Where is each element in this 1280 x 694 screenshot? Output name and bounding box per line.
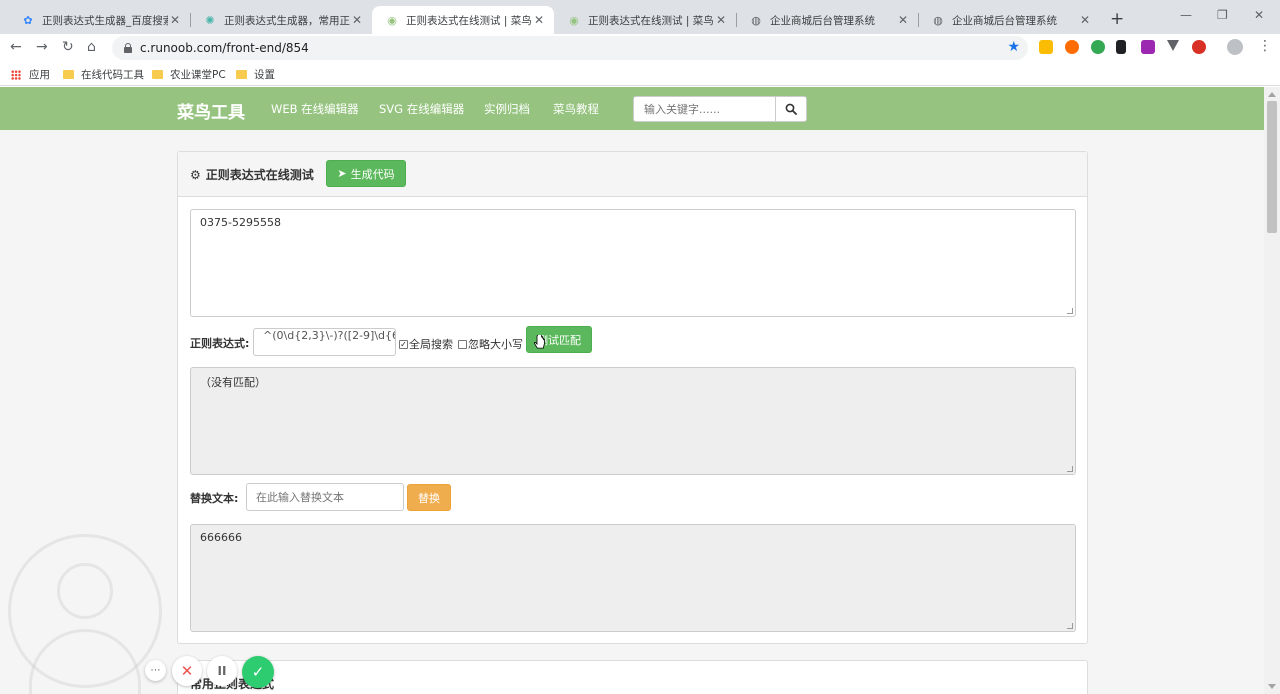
- gear-favicon: ✺: [205, 13, 215, 27]
- tab-strip: ✿ 正则表达式生成器_百度搜索 ✕ ✺ 正则表达式生成器，常用正则表 ✕ ◉ 正…: [0, 0, 1280, 34]
- minimize-window-icon[interactable]: —: [1180, 8, 1192, 22]
- common-regex-panel: 常用正则表达式: [177, 660, 1088, 694]
- nav-examples[interactable]: 实例归档: [484, 101, 530, 117]
- scroll-down-arrow-icon[interactable]: [1268, 684, 1276, 689]
- panel-title: ⚙ 正则表达式在线测试: [190, 167, 314, 183]
- tab-baidu-search[interactable]: ✿ 正则表达式生成器_百度搜索 ✕: [8, 6, 190, 34]
- new-tab-button[interactable]: +: [1110, 9, 1124, 29]
- site-brand[interactable]: 菜鸟工具: [177, 98, 245, 123]
- bookmark-apps[interactable]: 应用: [11, 67, 50, 82]
- close-window-icon[interactable]: ✕: [1254, 8, 1264, 22]
- avatar-body-outline: [29, 629, 141, 694]
- folder-icon: [152, 70, 163, 79]
- bookmark-agri-class[interactable]: 农业课堂PC: [152, 67, 226, 82]
- regex-label: 正则表达式:: [190, 337, 250, 350]
- regex-test-panel: ⚙ 正则表达式在线测试 ➤ 生成代码 0375-5295558 正则表达式: ^…: [177, 151, 1088, 644]
- url-text: c.runoob.com/front-end/854: [140, 41, 309, 55]
- site-search-input[interactable]: [633, 96, 775, 122]
- page-scrollbar[interactable]: [1264, 87, 1280, 694]
- replace-button[interactable]: 替换: [407, 484, 451, 511]
- match-result-area[interactable]: （没有匹配）: [190, 367, 1076, 475]
- checkbox-checked[interactable]: ✓: [399, 339, 408, 349]
- replace-text-input[interactable]: [246, 483, 404, 511]
- browser-menu-icon[interactable]: ⋮: [1258, 38, 1272, 54]
- bookmarks-bar: 应用 在线代码工具 农业课堂PC 设置: [0, 62, 1280, 86]
- extension-icon-5[interactable]: [1141, 40, 1155, 54]
- reload-icon[interactable]: ↻: [62, 39, 74, 55]
- extension-icon-3[interactable]: [1091, 40, 1105, 54]
- gears-icon: ⚙: [190, 167, 201, 182]
- scrollbar-thumb[interactable]: [1267, 101, 1277, 233]
- bookmark-settings[interactable]: 设置: [236, 67, 275, 82]
- page-viewport: 菜鸟工具 WEB 在线编辑器 SVG 在线编辑器 实例归档 菜鸟教程 ⚙ 正则表…: [0, 87, 1264, 694]
- profile-avatar[interactable]: [1227, 39, 1243, 55]
- scroll-up-arrow-icon[interactable]: [1268, 92, 1276, 97]
- close-tab-icon[interactable]: ✕: [1078, 13, 1092, 27]
- global-search-checkbox[interactable]: ✓ 全局搜索: [399, 336, 453, 352]
- globe-icon: ◍: [751, 13, 761, 27]
- runoob-favicon: ◉: [387, 13, 397, 27]
- site-navbar: 菜鸟工具 WEB 在线编辑器 SVG 在线编辑器 实例归档 菜鸟教程: [0, 87, 1264, 130]
- extension-icon-2[interactable]: [1065, 40, 1079, 54]
- back-arrow-icon[interactable]: ←: [10, 39, 22, 55]
- folder-icon: [236, 70, 247, 79]
- tab-runoob-regex[interactable]: ◉ 正则表达式在线测试 | 菜鸟工具 ✕: [554, 6, 736, 34]
- hand-cursor-icon: [534, 335, 545, 349]
- nav-svg-editor[interactable]: SVG 在线编辑器: [379, 101, 464, 117]
- close-tab-icon[interactable]: ✕: [714, 13, 728, 27]
- close-tab-icon[interactable]: ✕: [896, 13, 910, 27]
- recorder-done-button[interactable]: ✓: [242, 656, 274, 688]
- resize-handle[interactable]: [1067, 308, 1073, 314]
- tab-mall-admin-2[interactable]: ◍ 企业商城后台管理系统 ✕: [918, 6, 1100, 34]
- lock-icon: [124, 43, 132, 53]
- extension-icon-1[interactable]: [1039, 40, 1053, 54]
- vue-devtools-icon[interactable]: [1167, 40, 1179, 51]
- folder-icon: [63, 70, 74, 79]
- avatar-head-outline: [57, 563, 113, 619]
- generate-code-button[interactable]: ➤ 生成代码: [326, 160, 406, 187]
- recorder-more-button[interactable]: ⋯: [145, 660, 166, 681]
- close-tab-icon[interactable]: ✕: [168, 13, 182, 27]
- replace-result-area[interactable]: 666666: [190, 524, 1076, 632]
- resize-handle[interactable]: [1067, 623, 1073, 629]
- paper-plane-icon: ➤: [337, 167, 347, 180]
- bookmark-star-icon[interactable]: ★: [1007, 39, 1020, 55]
- runoob-favicon: ◉: [569, 13, 579, 27]
- search-icon: [785, 103, 797, 115]
- nav-runoob-tutorial[interactable]: 菜鸟教程: [553, 101, 599, 117]
- replace-label: 替换文本:: [190, 492, 239, 505]
- regex-input[interactable]: ^(0\d{2,3}\-)?([2-9]\d{6: [253, 328, 396, 356]
- tab-runoob-regex-active[interactable]: ◉ 正则表达式在线测试 | 菜鸟工具 ✕: [372, 6, 554, 34]
- nav-web-editor[interactable]: WEB 在线编辑器: [271, 101, 359, 117]
- panel-header: ⚙ 正则表达式在线测试 ➤ 生成代码: [178, 152, 1087, 197]
- tab-mall-admin-1[interactable]: ◍ 企业商城后台管理系统 ✕: [736, 6, 918, 34]
- source-text-area[interactable]: 0375-5295558: [190, 209, 1076, 317]
- globe-icon: ◍: [933, 13, 943, 27]
- baidu-paw-icon: ✿: [23, 13, 33, 27]
- webcam-placeholder-avatar: [8, 534, 162, 694]
- extension-icon-7[interactable]: [1192, 40, 1206, 54]
- apps-grid-icon: [11, 69, 21, 80]
- site-search: [633, 96, 807, 122]
- recorder-pause-button[interactable]: II: [207, 656, 237, 686]
- address-bar[interactable]: c.runoob.com/front-end/854 ★: [112, 36, 1028, 60]
- tab-regex-generator[interactable]: ✺ 正则表达式生成器，常用正则表 ✕: [190, 6, 372, 34]
- forward-arrow-icon[interactable]: →: [36, 39, 48, 55]
- home-icon[interactable]: ⌂: [87, 39, 96, 55]
- bookmark-online-code-tools[interactable]: 在线代码工具: [63, 67, 144, 82]
- extension-icon-4[interactable]: [1116, 40, 1126, 54]
- browser-toolbar: ← → ↻ ⌂ c.runoob.com/front-end/854 ★: [0, 34, 1280, 62]
- close-tab-icon[interactable]: ✕: [532, 13, 546, 27]
- ignore-case-checkbox[interactable]: 忽略大小写: [458, 336, 523, 352]
- recorder-cancel-button[interactable]: ✕: [172, 656, 202, 686]
- close-tab-icon[interactable]: ✕: [350, 13, 364, 27]
- resize-handle[interactable]: [1067, 466, 1073, 472]
- restore-window-icon[interactable]: ❐: [1217, 8, 1228, 22]
- checkbox-unchecked[interactable]: [458, 339, 467, 349]
- search-button[interactable]: [775, 96, 807, 122]
